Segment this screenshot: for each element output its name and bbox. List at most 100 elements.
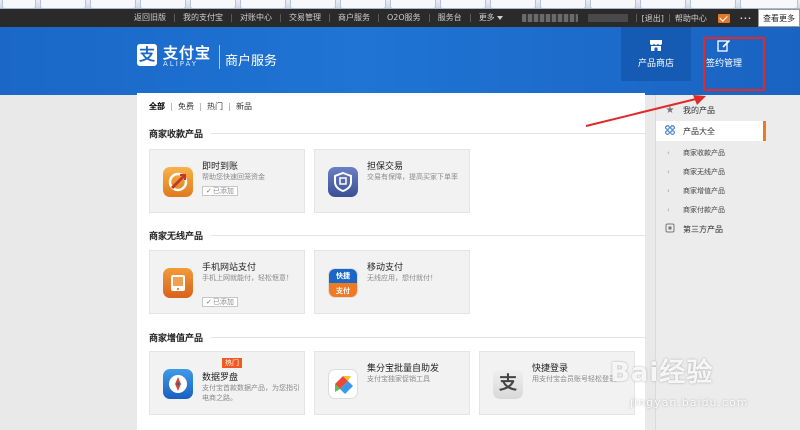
product-catalog: 全部 免费 热门 新品 商家收款产品 即时到账 帮助您快速回笼资金 ✓已添加 担…	[137, 93, 645, 430]
browser-tab[interactable]	[690, 0, 736, 8]
product-card-instant-transfer[interactable]: 即时到账 帮助您快速回笼资金 ✓已添加	[149, 149, 305, 213]
browser-tab[interactable]	[190, 0, 236, 8]
mobile-pay-icon-bottom: 支付	[329, 283, 357, 297]
brand-subtitle: ALIPAY	[163, 60, 199, 68]
top-nav-more[interactable]: 更多	[471, 9, 511, 27]
masked-username	[587, 14, 628, 22]
product-card-points[interactable]: 集分宝批量自助发 支付宝独家促销工具	[314, 351, 470, 415]
product-description: 无线应用，想付就付！	[367, 274, 437, 282]
browser-tab[interactable]	[640, 0, 686, 8]
mobile-web-pay-icon	[163, 268, 193, 298]
sidebar-item-label: 第三方产品	[683, 224, 723, 234]
page-section-title: 商户服务	[225, 54, 278, 69]
sidebar-item-third-party[interactable]: 第三方产品	[656, 219, 766, 239]
filter-all[interactable]: 全部	[149, 101, 171, 112]
top-nav-my-alipay[interactable]: 我的支付宝	[175, 9, 231, 27]
product-card-mobile-pay[interactable]: 快捷 支付 移动支付 无线应用，想付就付！	[314, 250, 470, 314]
chevron-left-icon: ‹	[667, 186, 670, 195]
product-name: 手机网站支付	[202, 263, 257, 273]
browser-tab[interactable]	[590, 0, 636, 8]
logout-link[interactable]: [退出]	[637, 13, 669, 24]
section-title-value-added: 商家增值产品	[149, 334, 204, 344]
chevron-left-icon: ‹	[667, 205, 670, 214]
sidebar-subitem-label: 商家增值产品	[683, 186, 725, 195]
sidebar-subitem-label: 商家收款产品	[683, 148, 725, 157]
browser-tab[interactable]	[340, 0, 386, 8]
product-card-guarantee[interactable]: 担保交易 交易有保障，提高买家下单率	[314, 149, 470, 213]
product-name: 担保交易	[367, 162, 404, 172]
points-icon	[328, 369, 358, 399]
top-nav-more-label: 更多	[478, 13, 495, 22]
top-nav-merchant-services[interactable]: 商户服务	[330, 9, 378, 27]
top-nav-o2o[interactable]: O2O服务	[379, 9, 429, 27]
filter-hot[interactable]: 热门	[201, 101, 229, 112]
chevron-left-icon: ‹	[667, 167, 670, 176]
sidebar-subitem-label: 商家无线产品	[683, 167, 725, 176]
instant-transfer-icon	[163, 167, 193, 197]
sidebar-subitem-value-added[interactable]: ‹ 商家增值产品	[656, 181, 766, 200]
browser-tab[interactable]	[740, 0, 798, 8]
nav-product-store-label: 产品商店	[637, 59, 674, 69]
browser-tab[interactable]	[40, 0, 86, 8]
browser-tab[interactable]	[2, 0, 36, 8]
nav-product-store[interactable]: 产品商店	[621, 27, 691, 81]
browser-tab[interactable]	[290, 0, 336, 8]
alipay-logo-icon[interactable]: 支	[137, 44, 157, 66]
browser-tab[interactable]	[90, 0, 136, 8]
product-name: 集分宝批量自助发	[367, 364, 440, 374]
top-nav-bar: 返回旧版 我的支付宝 对账中心 交易管理 商户服务 O2O服务 服务台 更多 […	[0, 9, 800, 27]
product-description: 手机上网就能付，轻松惬意！	[202, 274, 293, 282]
help-center-link[interactable]: 帮助中心	[670, 13, 712, 24]
added-badge: ✓已添加	[202, 297, 238, 307]
product-card-data-compass[interactable]: 热门 数据罗盘 支付宝首款数据产品，为您指引电商之路。	[149, 351, 305, 415]
browser-tab[interactable]	[390, 0, 436, 8]
top-nav-old-version[interactable]: 返回旧版	[126, 9, 174, 27]
check-icon: ✓	[206, 187, 212, 195]
filter-free[interactable]: 免费	[172, 101, 200, 112]
plug-icon	[663, 223, 677, 236]
top-nav: 返回旧版 我的支付宝 对账中心 交易管理 商户服务 O2O服务 服务台 更多	[126, 9, 511, 27]
top-nav-trade-management[interactable]: 交易管理	[281, 9, 329, 27]
watermark-url: jingyan.baidu.com	[630, 396, 749, 409]
filter-bar: 全部 免费 热门 新品	[149, 101, 258, 112]
view-more-button[interactable]: 查看更多	[758, 9, 800, 27]
top-nav-service-desk[interactable]: 服务台	[430, 9, 470, 27]
caret-down-icon	[496, 15, 503, 20]
sidebar-subitem-wireless[interactable]: ‹ 商家无线产品	[656, 162, 766, 181]
sidebar-subitem-label: 商家付款产品	[683, 205, 725, 214]
filter-new[interactable]: 新品	[230, 101, 258, 112]
added-label: 已添加	[212, 187, 234, 195]
watermark-logo: Bai经验	[610, 358, 714, 388]
check-icon: ✓	[206, 298, 212, 306]
divider	[211, 337, 645, 338]
product-description: 交易有保障，提高买家下单率	[367, 173, 458, 181]
product-name: 移动支付	[367, 263, 404, 273]
product-name: 快捷登录	[532, 364, 569, 374]
product-name: 即时到账	[202, 162, 239, 172]
divider	[219, 45, 220, 69]
product-card-mobile-web-pay[interactable]: 手机网站支付 手机上网就能付，轻松惬意！ ✓已添加	[149, 250, 305, 314]
top-nav-reconciliation[interactable]: 对账中心	[232, 9, 280, 27]
browser-tab[interactable]	[440, 0, 486, 8]
store-icon	[650, 40, 662, 51]
more-dots-button[interactable]: ···	[734, 14, 758, 23]
quick-login-icon-char: 支	[499, 373, 517, 394]
highlight-box	[703, 37, 765, 91]
browser-tab[interactable]	[540, 0, 586, 8]
added-label: 已添加	[212, 298, 234, 306]
product-description: 支付宝首款数据产品，为您指引电商之路。	[202, 384, 300, 402]
compass-icon	[163, 369, 193, 399]
browser-tab[interactable]	[140, 0, 186, 8]
sidebar-subitem-collection[interactable]: ‹ 商家收款产品	[656, 143, 766, 162]
divider	[211, 133, 645, 134]
browser-tab[interactable]	[240, 0, 286, 8]
product-description: 支付宝独家促销工具	[367, 375, 430, 383]
quick-login-icon: 支	[493, 369, 523, 399]
product-description: 帮助您快速回笼资金	[202, 173, 265, 181]
hot-badge: 热门	[222, 358, 242, 368]
sidebar-subitem-payment[interactable]: ‹ 商家付款产品	[656, 200, 766, 219]
browser-tab-strip	[0, 0, 800, 9]
browser-tab[interactable]	[490, 0, 536, 8]
masked-account-text	[521, 14, 578, 22]
mail-icon[interactable]	[717, 13, 730, 23]
